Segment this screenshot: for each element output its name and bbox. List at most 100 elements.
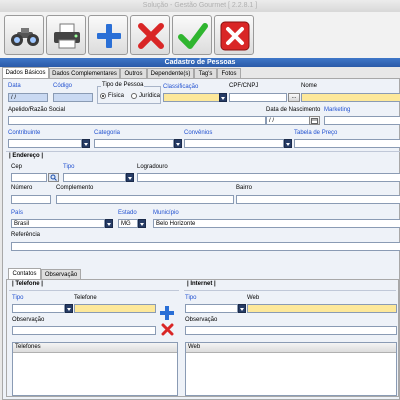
apelido-label: Apelido/Razão Social bbox=[8, 107, 66, 113]
municipio-field[interactable]: Belo Horizonte bbox=[153, 219, 400, 228]
nascimento-label: Data de Nascimento bbox=[266, 107, 321, 113]
telefone-tipo-dropdown-icon[interactable] bbox=[65, 304, 73, 313]
nome-label: Nome bbox=[301, 83, 318, 89]
tab-dependentes[interactable]: Dependente(s) bbox=[147, 68, 194, 78]
complemento-field[interactable] bbox=[56, 195, 234, 204]
juridica-label: Jurídica bbox=[139, 93, 161, 99]
tipo-logradouro-select[interactable] bbox=[63, 173, 126, 182]
cep-search-button[interactable] bbox=[48, 173, 59, 182]
add-phone-icon[interactable] bbox=[160, 306, 174, 320]
add-button[interactable] bbox=[88, 15, 128, 55]
estado-select[interactable]: MG bbox=[118, 219, 138, 228]
tab-contatos[interactable]: Contatos bbox=[8, 268, 41, 279]
telefone-field[interactable] bbox=[74, 304, 156, 313]
telefone-tipo-label: Tipo bbox=[12, 295, 24, 301]
tipo-logradouro-label: Tipo bbox=[63, 164, 75, 170]
numero-field[interactable] bbox=[11, 195, 51, 204]
tab-dados-basicos[interactable]: Dados Básicos bbox=[2, 67, 49, 78]
estado-label: Estado bbox=[118, 210, 137, 216]
tab-observacao[interactable]: Observação bbox=[41, 269, 81, 279]
delete-button[interactable] bbox=[130, 15, 170, 55]
window-title: Solução - Gestão Gourmet [ 2.2.8.1 ] bbox=[142, 2, 258, 9]
categoria-label: Categoria bbox=[94, 130, 121, 136]
telefone-group-label: | Telefone | bbox=[12, 281, 43, 287]
marketing-field[interactable] bbox=[324, 116, 400, 125]
print-button[interactable] bbox=[46, 15, 86, 55]
referencia-label: Referência bbox=[11, 232, 41, 238]
dados-basicos-panel: Data / / Código Tipo de Pessoa Física Ju… bbox=[2, 78, 400, 400]
bairro-label: Bairro bbox=[236, 185, 253, 191]
convenios-dropdown-icon[interactable] bbox=[284, 139, 292, 148]
web-label: Web bbox=[247, 295, 260, 301]
web-field[interactable] bbox=[247, 304, 397, 313]
convenios-label: Convênios bbox=[184, 130, 213, 136]
telefones-grid[interactable]: Telefones bbox=[12, 342, 178, 396]
data-field[interactable]: / / bbox=[8, 93, 48, 102]
marketing-label: Marketing bbox=[324, 107, 351, 113]
search-button[interactable] bbox=[4, 15, 44, 55]
logradouro-label: Logradouro bbox=[137, 164, 168, 170]
nome-field[interactable] bbox=[301, 93, 400, 102]
endereco-separator bbox=[6, 151, 400, 152]
internet-tipo-label: Tipo bbox=[185, 295, 197, 301]
close-icon bbox=[220, 21, 250, 51]
categoria-select[interactable] bbox=[94, 139, 174, 148]
tabela-preco-label: Tabela de Preço bbox=[294, 130, 338, 136]
complemento-label: Complemento bbox=[56, 185, 94, 191]
referencia-field[interactable] bbox=[11, 242, 400, 251]
estado-dropdown-icon[interactable] bbox=[138, 219, 146, 228]
telefone-separator bbox=[9, 290, 179, 291]
tabela-preco-select[interactable] bbox=[294, 139, 400, 148]
contatos-panel: | Telefone | Tipo Telefone Observação Te… bbox=[6, 279, 399, 397]
bairro-field[interactable] bbox=[236, 195, 400, 204]
tab-dados-complementares[interactable]: Dados Complementares bbox=[49, 68, 120, 78]
internet-obs-field[interactable] bbox=[185, 326, 397, 335]
internet-tipo-dropdown-icon[interactable] bbox=[238, 304, 246, 313]
fisica-radio[interactable] bbox=[100, 93, 106, 99]
contribuinte-label: Contribuinte bbox=[8, 130, 41, 136]
juridica-radio[interactable] bbox=[131, 93, 137, 99]
toolbar bbox=[0, 12, 400, 60]
categoria-dropdown-icon[interactable] bbox=[174, 139, 182, 148]
internet-separator bbox=[184, 290, 396, 291]
telefone-label: Telefone bbox=[74, 295, 97, 301]
tipo-pessoa-label: Tipo de Pessoa bbox=[101, 82, 145, 88]
cep-field[interactable] bbox=[11, 173, 47, 182]
close-button[interactable] bbox=[214, 15, 254, 55]
tab-outros[interactable]: Outros bbox=[120, 68, 147, 78]
codigo-field[interactable] bbox=[53, 93, 93, 102]
plus-icon bbox=[97, 24, 121, 48]
classificacao-select[interactable] bbox=[163, 93, 220, 102]
tab-tags[interactable]: Tag's bbox=[194, 68, 217, 78]
web-grid[interactable]: Web bbox=[185, 342, 397, 396]
contribuinte-select[interactable] bbox=[8, 139, 82, 148]
apelido-field[interactable] bbox=[8, 116, 266, 125]
web-grid-header: Web bbox=[186, 343, 396, 353]
tab-fotos[interactable]: Fotos bbox=[217, 68, 241, 78]
telefone-obs-field[interactable] bbox=[12, 326, 156, 335]
data-label: Data bbox=[8, 83, 21, 89]
tipo-logradouro-dropdown-icon[interactable] bbox=[126, 173, 134, 182]
save-button[interactable] bbox=[172, 15, 212, 55]
logradouro-field[interactable] bbox=[137, 173, 400, 182]
contribuinte-dropdown-icon[interactable] bbox=[82, 139, 90, 148]
nascimento-field[interactable]: / / bbox=[266, 116, 310, 125]
internet-tipo-select[interactable] bbox=[185, 304, 238, 313]
convenios-select[interactable] bbox=[184, 139, 284, 148]
endereco-label: | Endereço | bbox=[9, 153, 44, 159]
fisica-label: Física bbox=[108, 93, 125, 99]
telefone-obs-label: Observação bbox=[12, 317, 45, 323]
classificacao-dropdown-icon[interactable] bbox=[219, 93, 227, 102]
cpf-field[interactable] bbox=[229, 93, 287, 102]
pais-select[interactable]: Brasil bbox=[11, 219, 105, 228]
municipio-label: Município bbox=[153, 210, 179, 216]
calendar-button[interactable] bbox=[309, 116, 320, 125]
pais-dropdown-icon[interactable] bbox=[105, 219, 113, 228]
check-icon bbox=[178, 23, 208, 49]
cpf-search-button[interactable]: ... bbox=[288, 93, 300, 102]
telefone-tipo-select[interactable] bbox=[12, 304, 65, 313]
form-title: Cadastro de Pessoas bbox=[0, 58, 400, 67]
remove-phone-icon[interactable] bbox=[161, 323, 174, 336]
magnifier-icon bbox=[50, 174, 57, 181]
codigo-label: Código bbox=[53, 83, 73, 89]
